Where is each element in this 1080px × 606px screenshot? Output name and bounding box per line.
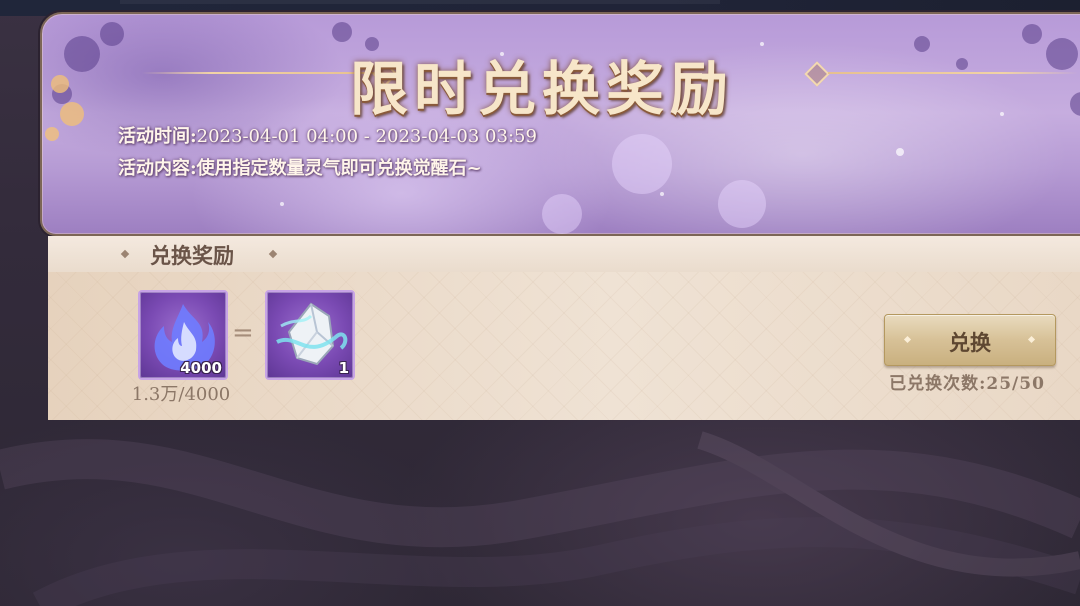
event-banner: 限时兑换奖励 活动时间:2023-04-01 04:00 - 2023-04-0… xyxy=(40,12,1080,236)
event-time-label: 活动时间: xyxy=(118,126,197,147)
reward-item-slot[interactable]: 1 xyxy=(265,290,355,380)
cost-item-count: 4000 xyxy=(180,359,222,377)
exchange-button[interactable]: 兑换 xyxy=(884,314,1056,366)
panel-header: 兑换奖励 xyxy=(48,236,1080,273)
event-time-value: 2023-04-01 04:00 - 2023-04-03 03:59 xyxy=(196,126,537,147)
equals-sign: = xyxy=(232,318,254,348)
header-dot-left xyxy=(120,249,130,259)
event-content-value: 使用指定数量灵气即可兑换觉醒石~ xyxy=(196,158,482,179)
event-content: 活动内容:使用指定数量灵气即可兑换觉醒石~ xyxy=(118,154,482,180)
header-dot-right xyxy=(268,249,278,259)
reward-item-count: 1 xyxy=(338,359,349,377)
event-content-label: 活动内容: xyxy=(118,158,197,179)
exchange-count: 已兑换次数:25/50 xyxy=(889,374,1045,394)
owned-progress: 1.3万/4000 xyxy=(131,384,231,405)
panel-title: 兑换奖励 xyxy=(150,243,234,268)
title-decor-line-right xyxy=(828,72,1078,74)
banner-title: 限时兑换奖励 xyxy=(349,55,734,123)
event-time: 活动时间:2023-04-01 04:00 - 2023-04-03 03:59 xyxy=(118,122,537,148)
cost-item-slot[interactable]: 4000 xyxy=(138,290,228,380)
